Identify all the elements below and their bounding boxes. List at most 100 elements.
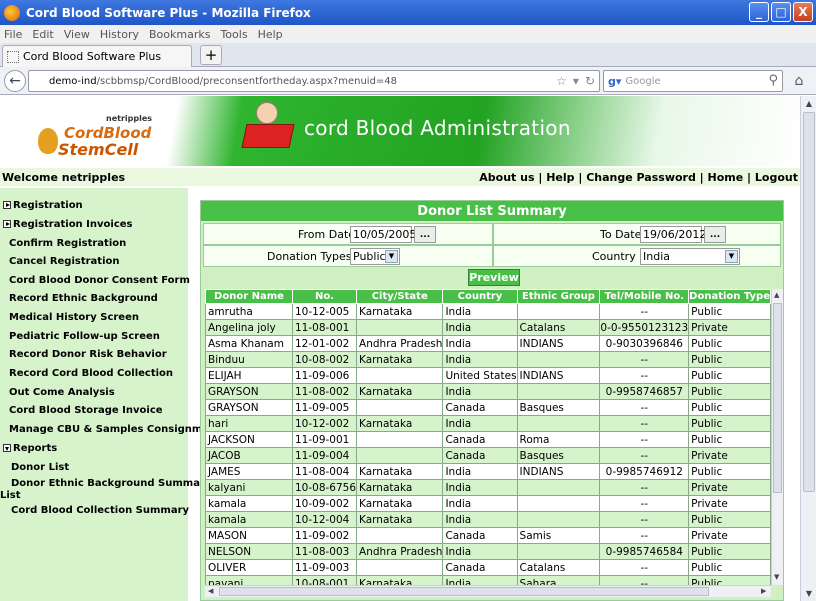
table-row[interactable]: Binduu 10-08-002 Karnataka India -- Public — [205, 351, 771, 368]
table-row[interactable]: JACOB 11-09-004 Canada Basques -- Private — [205, 447, 771, 464]
table-row[interactable]: GRAYSON 11-08-002 Karnataka India 0-99587468… — [205, 383, 771, 400]
table-row[interactable]: GRAYSON 11-09-005 Canada Basques -- Public — [205, 399, 771, 416]
table-row[interactable]: kamala 10-09-002 Karnataka India -- Private — [205, 495, 771, 512]
table-cell: Karnataka — [356, 415, 444, 432]
reload-icon[interactable]: ↻ — [585, 74, 595, 88]
scroll-up-icon[interactable]: ▲ — [801, 96, 816, 110]
sidebar-item-ethnic-summary-list[interactable]: List — [0, 490, 21, 501]
country-select[interactable]: India ▼ — [640, 248, 740, 265]
table-horizontal-scrollbar[interactable]: ◀ ▶ — [205, 585, 771, 597]
sidebar-item-confirm-registration[interactable]: Confirm Registration — [9, 238, 126, 249]
table-cell: Canada — [442, 399, 518, 416]
table-cell: -- — [599, 399, 690, 416]
sidebar-item-manage-cbu[interactable]: Manage CBU & Samples Consignment — [9, 424, 221, 435]
donation-type-select[interactable]: Public ▼ — [350, 248, 400, 265]
sidebar-item-reports[interactable]: Reports — [3, 443, 57, 454]
browser-tab[interactable]: Cord Blood Software Plus — [2, 45, 192, 67]
menu-bookmarks[interactable]: Bookmarks — [149, 28, 210, 41]
from-date-input[interactable]: 10/05/2005 — [350, 226, 416, 243]
table-cell: Basques — [516, 447, 601, 464]
table-row[interactable]: Angelina joly 11-08-001 India Catalans 0-0-9… — [205, 319, 771, 336]
table-row[interactable]: OLIVER 11-09-003 Canada Catalans -- Public — [205, 559, 771, 576]
sidebar-item-registration[interactable]: Registration — [3, 200, 83, 211]
table-cell: Karnataka — [356, 479, 444, 496]
new-tab-button[interactable]: + — [200, 45, 222, 65]
table-cell: Samis — [516, 527, 601, 544]
table-row[interactable]: JACKSON 11-09-001 Canada Roma -- Public — [205, 431, 771, 448]
scroll-up-icon[interactable]: ▲ — [774, 291, 779, 299]
sidebar-item-registration-invoices[interactable]: Registration Invoices — [3, 219, 132, 230]
menu-edit[interactable]: Edit — [32, 28, 53, 41]
table-cell: -- — [599, 303, 690, 320]
back-arrow-icon: ← — [9, 73, 21, 89]
sidebar-item-collection-summary[interactable]: Cord Blood Collection Summary — [11, 505, 189, 516]
sidebar-item-cord-blood-collection[interactable]: Record Cord Blood Collection — [9, 368, 173, 379]
table-row[interactable]: ELIJAH 11-09-006 United States INDIANS -- Pub… — [205, 367, 771, 384]
scroll-right-icon[interactable]: ▶ — [761, 587, 766, 595]
table-row[interactable]: Asma Khanam 12-01-002 Andhra Pradesh India I… — [205, 335, 771, 352]
to-date-input[interactable]: 19/06/2012 — [640, 226, 706, 243]
search-icon[interactable]: ⚲ — [768, 73, 778, 88]
table-cell: Canada — [442, 431, 518, 448]
about-us-link[interactable]: About us — [479, 171, 534, 184]
sidebar-item-ethnic-summary[interactable]: Donor Ethnic Background Summary — [11, 478, 211, 489]
table-cell: INDIANS — [516, 335, 601, 352]
sidebar-item-donor-list[interactable]: Donor List — [11, 462, 69, 473]
page-vertical-scrollbar[interactable]: ▲ ▼ — [800, 96, 816, 601]
back-button[interactable]: ← — [4, 70, 26, 92]
sidebar-item-medical-history[interactable]: Medical History Screen — [9, 312, 139, 323]
table-row[interactable]: kamala 10-12-004 Karnataka India -- Public — [205, 511, 771, 528]
table-cell: amrutha — [205, 303, 293, 320]
logo-line2: StemCell — [58, 140, 139, 159]
table-row[interactable]: JAMES 11-08-004 Karnataka India INDIANS 0-998… — [205, 463, 771, 480]
table-cell: India — [442, 543, 518, 560]
search-input[interactable]: g▾ Google ⚲ — [603, 70, 783, 92]
menu-help[interactable]: Help — [258, 28, 283, 41]
help-link[interactable]: Help — [546, 171, 574, 184]
logout-link[interactable]: Logout — [755, 171, 798, 184]
maximize-button[interactable]: □ — [771, 2, 791, 22]
table-row[interactable]: NELSON 11-08-003 Andhra Pradesh India 0-9985… — [205, 543, 771, 560]
sidebar-item-outcome-analysis[interactable]: Out Come Analysis — [9, 387, 115, 398]
home-icon[interactable]: ⌂ — [790, 72, 808, 90]
preview-button[interactable]: Preview — [468, 269, 520, 286]
table-cell: India — [442, 479, 518, 496]
table-row[interactable]: hari 10-12-002 Karnataka India -- Public — [205, 415, 771, 432]
blood-drop-icon — [38, 128, 58, 154]
welcome-text: Welcome netripples — [2, 170, 126, 184]
sidebar-item-storage-invoice[interactable]: Cord Blood Storage Invoice — [9, 405, 163, 416]
menu-view[interactable]: View — [64, 28, 90, 41]
table-cell: MASON — [205, 527, 293, 544]
sidebar-item-donor-risk[interactable]: Record Donor Risk Behavior — [9, 349, 167, 360]
change-password-link[interactable]: Change Password — [586, 171, 696, 184]
sidebar-item-cancel-registration[interactable]: Cancel Registration — [9, 256, 120, 267]
sidebar-item-ethnic-background[interactable]: Record Ethnic Background — [9, 293, 158, 304]
table-row[interactable]: pavani 10-08-001 Karnataka India Sahara -- Pub… — [205, 575, 771, 585]
close-button[interactable]: X — [793, 2, 813, 22]
url-bar[interactable]: demo-ind/scbbmsp/CordBlood/preconsentfor… — [28, 70, 600, 92]
table-cell: Karnataka — [356, 383, 444, 400]
from-date-picker-button[interactable]: ... — [414, 226, 436, 243]
scroll-left-icon[interactable]: ◀ — [208, 587, 213, 595]
table-vertical-scrollbar[interactable]: ▲ ▼ — [771, 289, 783, 585]
home-link[interactable]: Home — [708, 171, 744, 184]
dropdown-arrow-icon[interactable]: ▾ — [573, 74, 579, 88]
minimize-button[interactable]: _ — [749, 2, 769, 22]
bookmark-star-icon[interactable]: ☆ — [556, 74, 567, 88]
table-row[interactable]: MASON 11-09-002 Canada Samis -- Private — [205, 527, 771, 544]
menu-history[interactable]: History — [100, 28, 139, 41]
sidebar-item-consent-form[interactable]: Cord Blood Donor Consent Form — [9, 275, 190, 286]
menu-file[interactable]: File — [4, 28, 22, 41]
table-row[interactable]: amrutha 10-12-005 Karnataka India -- Public — [205, 303, 771, 320]
search-placeholder: Google — [625, 75, 661, 87]
table-cell: 11-08-004 — [291, 463, 358, 480]
table-row[interactable]: kalyani 10-08-6756 Karnataka India -- Private — [205, 479, 771, 496]
table-cell: -- — [599, 479, 690, 496]
scroll-down-icon[interactable]: ▼ — [801, 586, 816, 600]
menu-tools[interactable]: Tools — [220, 28, 247, 41]
to-date-picker-button[interactable]: ... — [704, 226, 726, 243]
table-cell: Catalans — [516, 559, 601, 576]
table-cell: -- — [599, 447, 690, 464]
scroll-down-icon[interactable]: ▼ — [774, 573, 779, 581]
sidebar-item-pediatric-followup[interactable]: Pediatric Follow-up Screen — [9, 331, 160, 342]
